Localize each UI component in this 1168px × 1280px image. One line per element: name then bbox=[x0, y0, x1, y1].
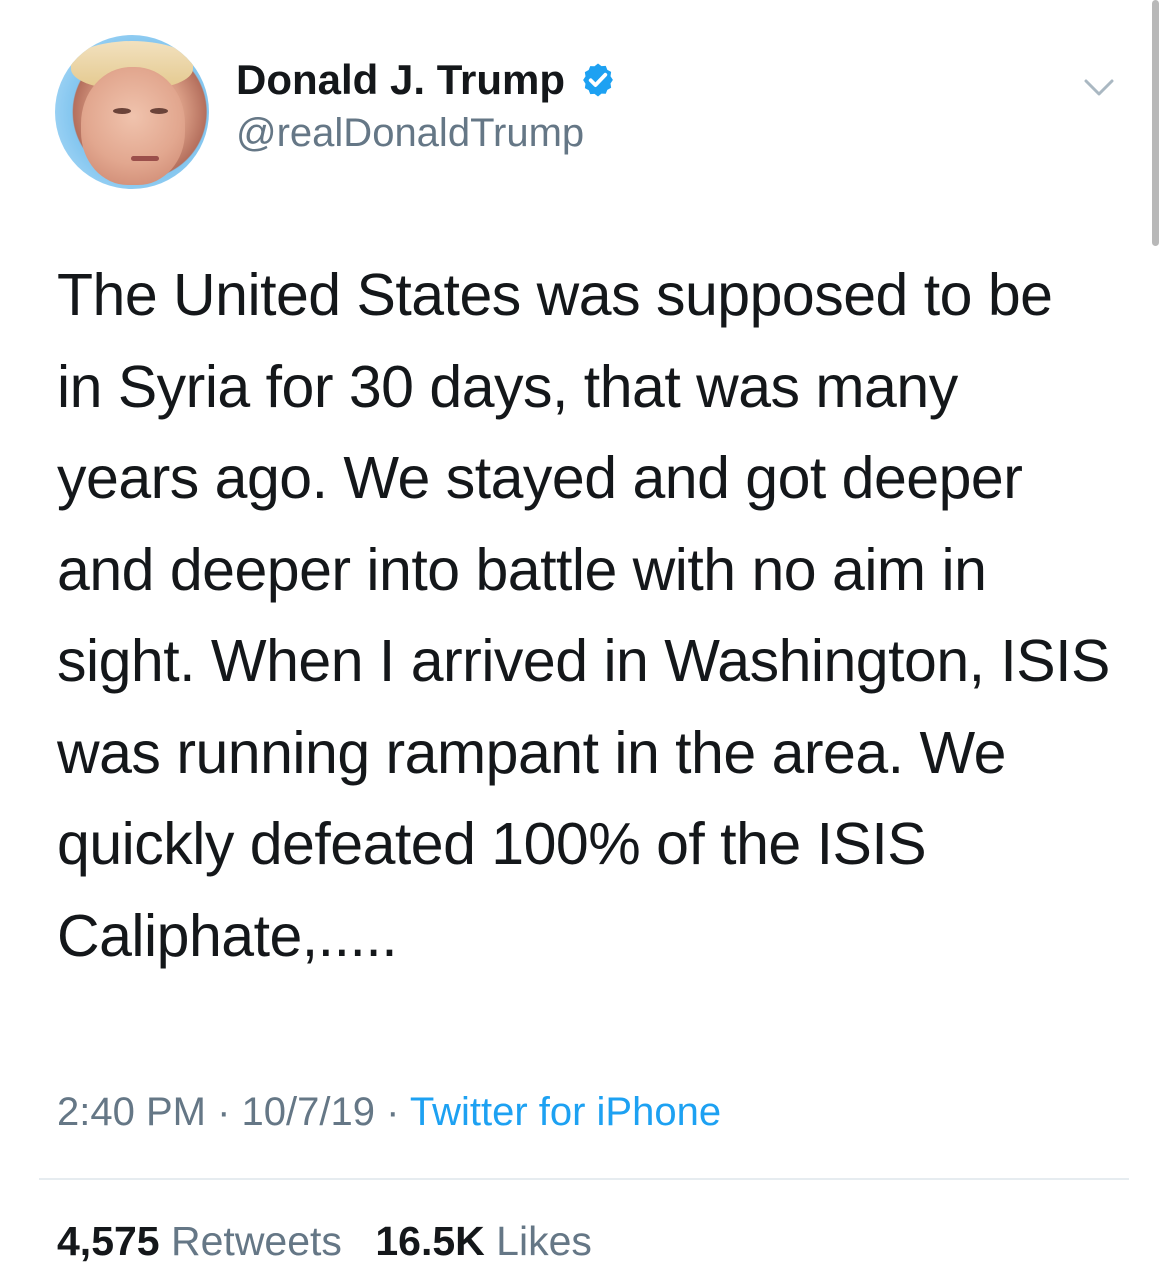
chevron-down-icon[interactable] bbox=[1084, 78, 1114, 98]
likes-label: Likes bbox=[496, 1218, 592, 1264]
meta-separator: · bbox=[217, 1090, 242, 1134]
author-display-name[interactable]: Donald J. Trump bbox=[236, 56, 565, 104]
avatar-face bbox=[81, 67, 185, 185]
retweets-label: Retweets bbox=[171, 1218, 342, 1264]
tweet-source-link[interactable]: Twitter for iPhone bbox=[410, 1090, 721, 1134]
tweet-meta: 2:40 PM · 10/7/19 · Twitter for iPhone bbox=[57, 1088, 721, 1136]
meta-separator: · bbox=[386, 1090, 410, 1134]
tweet-time[interactable]: 2:40 PM bbox=[57, 1090, 206, 1134]
avatar-mouth bbox=[131, 156, 159, 161]
avatar-right-eye bbox=[150, 108, 168, 114]
verified-badge-icon bbox=[583, 63, 613, 97]
author-handle[interactable]: @realDonaldTrump bbox=[236, 111, 584, 156]
avatar[interactable] bbox=[55, 35, 209, 189]
author-name-row: Donald J. Trump bbox=[236, 54, 617, 106]
divider bbox=[39, 1178, 1129, 1180]
tweet-date[interactable]: 10/7/19 bbox=[242, 1090, 375, 1134]
tweet-text: The United States was supposed to be in … bbox=[57, 262, 1110, 969]
likes-count: 16.5K bbox=[375, 1218, 485, 1264]
avatar-left-eye bbox=[113, 108, 131, 114]
retweets-stat[interactable]: 4,575 Retweets bbox=[57, 1216, 342, 1266]
scrollbar[interactable] bbox=[1152, 0, 1159, 246]
retweets-count: 4,575 bbox=[57, 1218, 160, 1264]
likes-stat[interactable]: 16.5K Likes bbox=[375, 1216, 592, 1266]
tweet-stats: 4,575 Retweets 16.5K Likes bbox=[57, 1216, 592, 1266]
